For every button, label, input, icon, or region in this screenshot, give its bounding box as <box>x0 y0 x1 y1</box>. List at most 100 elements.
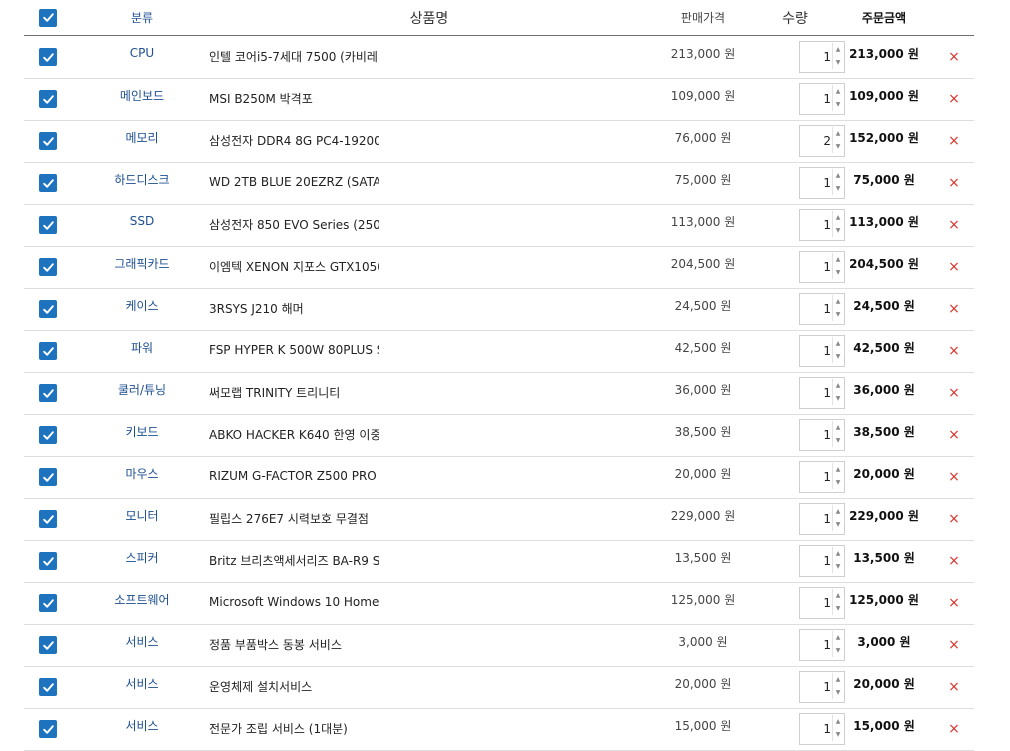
row-price: 125,000 원 <box>670 592 736 607</box>
delete-icon[interactable]: × <box>942 36 966 78</box>
row-checkbox[interactable] <box>39 720 57 738</box>
row-price: 3,000 원 <box>678 634 728 649</box>
row-select <box>38 120 58 162</box>
table-row: 파워 FSP HYPER K 500W 80PLUS Standard 42,5… <box>24 330 974 373</box>
delete-icon[interactable]: × <box>942 288 966 330</box>
row-checkbox[interactable] <box>39 216 57 234</box>
delete-icon[interactable]: × <box>942 162 966 204</box>
row-checkbox[interactable] <box>39 678 57 696</box>
row-total: 109,000 원 <box>849 88 919 103</box>
header-qty: 수량 <box>782 10 808 27</box>
row-select <box>38 456 58 498</box>
checkmark-icon <box>42 94 54 104</box>
row-price: 229,000 원 <box>670 508 736 523</box>
delete-icon[interactable]: × <box>942 246 966 288</box>
row-checkbox[interactable] <box>39 468 57 486</box>
row-total: 152,000 원 <box>849 130 919 145</box>
row-select <box>38 498 58 540</box>
delete-icon[interactable]: × <box>942 456 966 498</box>
row-price: 204,500 원 <box>670 256 736 271</box>
row-total: 36,000 원 <box>853 382 915 397</box>
row-select <box>38 582 58 624</box>
row-product-name: Britz 브리츠액세서리즈 BA-R9 Sound <box>209 553 379 568</box>
row-checkbox[interactable] <box>39 552 57 570</box>
row-checkbox[interactable] <box>39 174 57 192</box>
row-checkbox[interactable] <box>39 384 57 402</box>
delete-icon[interactable]: × <box>942 204 966 246</box>
row-total: 20,000 원 <box>853 676 915 691</box>
row-price: 42,500 원 <box>674 340 732 355</box>
row-product-name: 필립스 276E7 시력보호 무결점 <box>209 511 369 526</box>
cart-table: 분류 상품명 판매가격 수량 주문금액 CPU 인텔 코어i5-7세대 7500… <box>0 0 1010 751</box>
row-select <box>38 666 58 708</box>
row-checkbox[interactable] <box>39 636 57 654</box>
row-select <box>38 414 58 456</box>
row-price: 113,000 원 <box>670 214 736 229</box>
row-checkbox[interactable] <box>39 300 57 318</box>
checkmark-icon <box>42 472 54 482</box>
row-total: 20,000 원 <box>853 466 915 481</box>
row-total: 213,000 원 <box>849 46 919 61</box>
row-price: 15,000 원 <box>674 718 732 733</box>
table-header: 분류 상품명 판매가격 수량 주문금액 <box>24 0 974 36</box>
delete-icon[interactable]: × <box>942 582 966 624</box>
delete-icon[interactable]: × <box>942 414 966 456</box>
delete-icon[interactable]: × <box>942 540 966 582</box>
row-category: 서비스 <box>125 676 159 691</box>
row-price: 109,000 원 <box>670 88 736 103</box>
row-total: 3,000 원 <box>857 634 911 649</box>
row-total: 24,500 원 <box>853 298 915 313</box>
row-product-name: 삼성전자 DDR4 8G PC4-19200 (정품) <box>209 133 379 148</box>
delete-icon[interactable]: × <box>942 78 966 120</box>
row-product-name: 3RSYS J210 해머 <box>209 301 304 316</box>
row-total: 75,000 원 <box>853 172 915 187</box>
delete-icon[interactable]: × <box>942 498 966 540</box>
row-total: 38,500 원 <box>853 424 915 439</box>
row-category: SSD <box>129 214 155 228</box>
row-total: 113,000 원 <box>849 214 919 229</box>
checkmark-icon <box>42 346 54 356</box>
delete-icon[interactable]: × <box>942 624 966 666</box>
header-total: 주문금액 <box>861 11 907 25</box>
checkmark-icon <box>42 304 54 314</box>
table-row: 그래픽카드 이엠텍 XENON 지포스 GTX1050 Ti 204,500 원… <box>24 246 974 289</box>
row-checkbox[interactable] <box>39 90 57 108</box>
checkmark-icon <box>42 178 54 188</box>
row-product-name: RIZUM G-FACTOR Z500 PRO GAMING <box>209 469 379 483</box>
row-category: 그래픽카드 <box>114 256 170 271</box>
delete-icon[interactable]: × <box>942 666 966 708</box>
checkmark-icon <box>42 13 54 22</box>
row-price: 20,000 원 <box>674 466 732 481</box>
row-product-name: 운영체제 설치서비스 <box>209 679 313 694</box>
delete-icon[interactable]: × <box>942 120 966 162</box>
delete-icon[interactable]: × <box>942 372 966 414</box>
select-all-checkbox[interactable] <box>39 8 57 27</box>
row-total: 204,500 원 <box>849 256 919 271</box>
row-checkbox[interactable] <box>39 426 57 444</box>
checkmark-icon <box>42 640 54 650</box>
row-checkbox[interactable] <box>39 48 57 66</box>
row-checkbox[interactable] <box>39 510 57 528</box>
row-select <box>38 624 58 666</box>
checkmark-icon <box>42 136 54 146</box>
row-checkbox[interactable] <box>39 132 57 150</box>
table-row: 모니터 필립스 276E7 시력보호 무결점 229,000 원 ▲ ▼ 229… <box>24 498 974 541</box>
table-row: 메인보드 MSI B250M 박격포 109,000 원 ▲ ▼ 109,000… <box>24 78 974 121</box>
table-row: CPU 인텔 코어i5-7세대 7500 (카비레이크) 213,000 원 ▲… <box>24 36 974 79</box>
row-category: CPU <box>129 46 155 60</box>
table-row: 스피커 Britz 브리츠액세서리즈 BA-R9 Sound 13,500 원 … <box>24 540 974 583</box>
checkmark-icon <box>42 682 54 692</box>
checkmark-icon <box>42 724 54 734</box>
delete-icon[interactable]: × <box>942 330 966 372</box>
row-checkbox[interactable] <box>39 594 57 612</box>
row-select <box>38 288 58 330</box>
row-category: 하드디스크 <box>114 172 170 187</box>
row-checkbox[interactable] <box>39 258 57 276</box>
row-price: 20,000 원 <box>674 676 732 691</box>
row-checkbox[interactable] <box>39 342 57 360</box>
header-select-all <box>38 0 58 35</box>
header-price: 판매가격 <box>680 11 726 25</box>
table-row: 메모리 삼성전자 DDR4 8G PC4-19200 (정품) 76,000 원… <box>24 120 974 163</box>
row-category: 케이스 <box>125 298 159 313</box>
row-product-name: 삼성전자 850 EVO Series (250GB) <box>209 217 379 232</box>
